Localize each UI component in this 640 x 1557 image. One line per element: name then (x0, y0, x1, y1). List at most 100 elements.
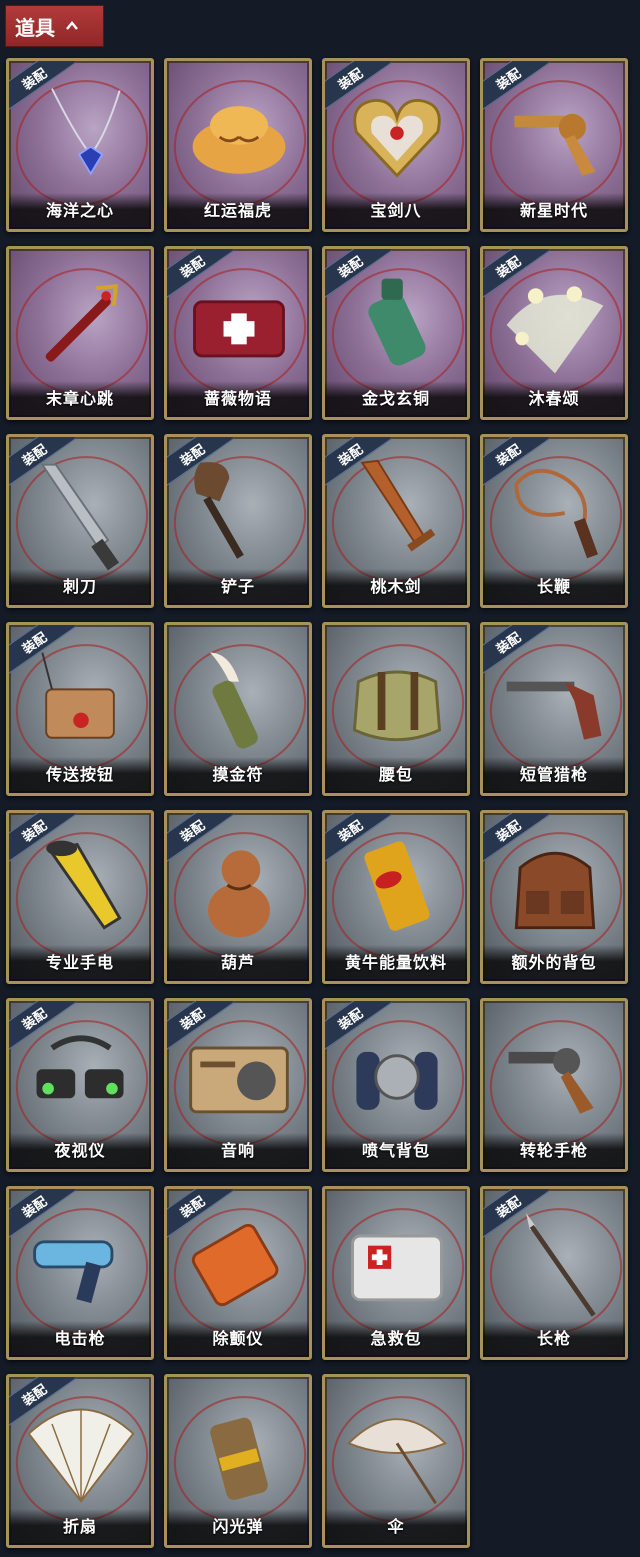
item-card[interactable]: 装配 金戈玄铜 (322, 246, 470, 420)
item-label: 刺刀 (62, 577, 97, 596)
first-aid-icon (351, 1234, 443, 1302)
item-label-bar: 新星时代 (483, 193, 625, 229)
item-card[interactable]: 摸金符 (164, 622, 312, 796)
item-card[interactable]: 装配 蔷薇物语 (164, 246, 312, 420)
jetpack-icon (356, 1051, 438, 1110)
bronze-grenade-icon (368, 278, 426, 366)
item-label: 红运福虎 (203, 201, 272, 220)
item-card[interactable]: 装配 音响 (164, 998, 312, 1172)
item-label-bar: 摸金符 (167, 757, 309, 793)
bayonet-icon (40, 463, 120, 571)
item-label: 夜视仪 (54, 1141, 106, 1160)
item-card[interactable]: 装配 专业手电 (6, 810, 154, 984)
item-card[interactable]: 装配 额外的背包 (480, 810, 628, 984)
item-card[interactable]: 装配 铲子 (164, 434, 312, 608)
item-label-bar: 刺刀 (9, 569, 151, 605)
item-label-bar: 伞 (325, 1509, 467, 1545)
item-card[interactable]: 装配 海洋之心 (6, 58, 154, 232)
stun-gun-icon (33, 1240, 114, 1304)
item-label: 长枪 (536, 1329, 571, 1348)
radio-icon (189, 1046, 289, 1114)
item-label: 新星时代 (519, 201, 588, 220)
item-card[interactable]: 装配 葫芦 (164, 810, 312, 984)
item-card[interactable]: 装配 宝剑八 (322, 58, 470, 232)
item-card[interactable]: 装配 新星时代 (480, 58, 628, 232)
item-label: 海洋之心 (45, 201, 114, 220)
item-label: 蔷薇物语 (203, 389, 272, 408)
item-card[interactable]: 装配 长枪 (480, 1186, 628, 1360)
shotgun-icon (506, 681, 602, 740)
tiger-plush-icon (192, 106, 286, 174)
item-label: 闪光弹 (212, 1517, 264, 1536)
item-label-bar: 金戈玄铜 (325, 381, 467, 417)
item-label: 转轮手枪 (519, 1141, 588, 1160)
item-card[interactable]: 闪光弹 (164, 1374, 312, 1548)
item-label-bar: 宝剑八 (325, 193, 467, 229)
spear-icon (526, 1212, 596, 1317)
teleport-button-icon (41, 652, 115, 739)
item-card[interactable]: 装配 沐春颂 (480, 246, 628, 420)
item-card[interactable]: 装配 夜视仪 (6, 998, 154, 1172)
item-label: 喷气背包 (361, 1141, 430, 1160)
item-card[interactable]: 伞 (322, 1374, 470, 1548)
item-card[interactable]: 装配 刺刀 (6, 434, 154, 608)
item-label-bar: 喷气背包 (325, 1133, 467, 1169)
item-label-bar: 折扇 (9, 1509, 151, 1545)
item-label-bar: 电击枪 (9, 1321, 151, 1357)
item-label: 宝剑八 (370, 201, 422, 220)
item-card[interactable]: 装配 折扇 (6, 1374, 154, 1548)
item-label: 传送按钮 (45, 765, 114, 784)
item-label-bar: 葫芦 (167, 945, 309, 981)
item-label: 额外的背包 (511, 953, 597, 972)
item-label-bar: 桃木剑 (325, 569, 467, 605)
item-card[interactable]: 腰包 (322, 622, 470, 796)
night-vision-icon (36, 1035, 124, 1099)
item-card[interactable]: 装配 桃木剑 (322, 434, 470, 608)
item-card[interactable]: 装配 除颤仪 (164, 1186, 312, 1360)
item-label-bar: 黄牛能量饮料 (325, 945, 467, 981)
flashbang-icon (210, 1417, 268, 1500)
item-card[interactable]: 转轮手枪 (480, 998, 628, 1172)
item-label: 专业手电 (45, 953, 114, 972)
item-card[interactable]: 装配 长鞭 (480, 434, 628, 608)
medkit-icon (193, 300, 285, 358)
item-label-bar: 除颤仪 (167, 1321, 309, 1357)
item-label-bar: 短管猎枪 (483, 757, 625, 793)
whip-icon (514, 468, 598, 559)
item-label-bar: 长鞭 (483, 569, 625, 605)
item-label-bar: 红运福虎 (167, 193, 309, 229)
item-card[interactable]: 末章心跳 (6, 246, 154, 420)
talisman-icon (210, 652, 258, 749)
item-card[interactable]: 装配 短管猎枪 (480, 622, 628, 796)
syringe-icon (45, 284, 118, 362)
item-label-bar: 急救包 (325, 1321, 467, 1357)
flashlight-icon (46, 840, 122, 930)
item-label: 短管猎枪 (519, 765, 588, 784)
item-label-bar: 蔷薇物语 (167, 381, 309, 417)
shovel-icon (194, 462, 244, 559)
item-card[interactable]: 装配 电击枪 (6, 1186, 154, 1360)
item-label: 伞 (387, 1517, 405, 1536)
item-card[interactable]: 急救包 (322, 1186, 470, 1360)
item-label-bar: 长枪 (483, 1321, 625, 1357)
item-label: 腰包 (378, 765, 413, 784)
item-label-bar: 闪光弹 (167, 1509, 309, 1545)
item-card[interactable]: 装配 喷气背包 (322, 998, 470, 1172)
item-label-bar: 额外的背包 (483, 945, 625, 981)
item-label: 沐春颂 (528, 389, 580, 408)
energy-drink-icon (364, 841, 430, 931)
item-label: 铲子 (220, 577, 255, 596)
item-label-bar: 专业手电 (9, 945, 151, 981)
waist-bag-icon (352, 670, 442, 742)
wooden-sword-icon (360, 459, 436, 552)
umbrella-icon (346, 1418, 448, 1505)
item-label: 金戈玄铜 (361, 389, 430, 408)
item-label: 长鞭 (536, 577, 571, 596)
item-card[interactable]: 红运福虎 (164, 58, 312, 232)
item-label-bar: 腰包 (325, 757, 467, 793)
item-label-bar: 铲子 (167, 569, 309, 605)
item-label: 葫芦 (220, 953, 255, 972)
item-card[interactable]: 装配 黄牛能量饮料 (322, 810, 470, 984)
item-card[interactable]: 装配 传送按钮 (6, 622, 154, 796)
item-grid: 装配 海洋之心红运福虎 装配 宝剑八 装配 新星时代末章心跳 装配 蔷薇物语 装配 金戈玄铜 装配沐… (0, 0, 640, 1557)
